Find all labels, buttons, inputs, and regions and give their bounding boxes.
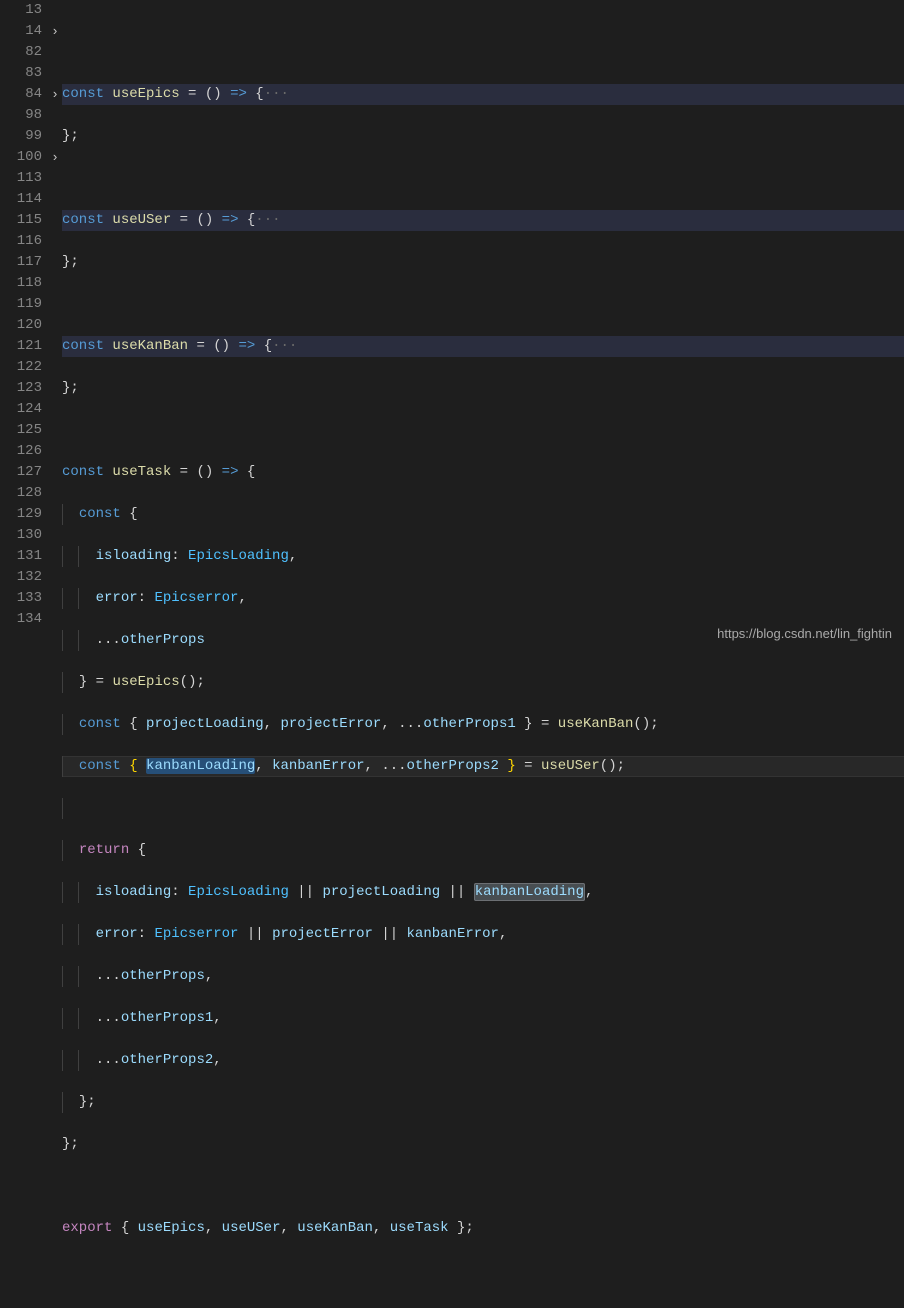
line-number: 120 <box>0 315 42 336</box>
line-number: 119 <box>0 294 42 315</box>
code-line: }; <box>62 252 904 273</box>
line-number: 99 <box>0 126 42 147</box>
code-line: }; <box>62 1134 904 1155</box>
line-number: 117 <box>0 252 42 273</box>
line-number: 84 <box>0 84 42 105</box>
code-line: ...otherProps2, <box>62 1050 904 1071</box>
code-line: export { useEpics, useUSer, useKanBan, u… <box>62 1218 904 1239</box>
fold-spacer <box>48 126 62 147</box>
code-line: }; <box>62 126 904 147</box>
fold-spacer <box>48 273 62 294</box>
watermark: https://blog.csdn.net/lin_fightin <box>717 623 892 644</box>
code-line: isloading: EpicsLoading, <box>62 546 904 567</box>
line-number: 128 <box>0 483 42 504</box>
fold-chevron-icon[interactable]: › <box>48 21 62 42</box>
fold-gutter[interactable]: › › › <box>48 0 62 654</box>
fold-spacer <box>48 399 62 420</box>
fold-spacer <box>48 231 62 252</box>
code-line: } = useEpics(); <box>62 672 904 693</box>
code-line <box>62 42 904 63</box>
fold-chevron-icon[interactable]: › <box>48 84 62 105</box>
line-number: 118 <box>0 273 42 294</box>
selection: kanbanLoading <box>146 758 255 774</box>
code-line: ...otherProps, <box>62 966 904 987</box>
line-number: 124 <box>0 399 42 420</box>
line-number: 115 <box>0 210 42 231</box>
line-number: 127 <box>0 462 42 483</box>
code-line <box>62 1260 904 1281</box>
line-number: 100 <box>0 147 42 168</box>
code-line <box>62 294 904 315</box>
code-line: return { <box>62 840 904 861</box>
code-line: error: Epicserror, <box>62 588 904 609</box>
code-line: }; <box>62 1092 904 1113</box>
fold-spacer <box>48 462 62 483</box>
fold-spacer <box>48 42 62 63</box>
code-line: const useTask = () => { <box>62 462 904 483</box>
fold-spacer <box>48 378 62 399</box>
fold-spacer <box>48 63 62 84</box>
code-line: const useEpics = () => {··· <box>62 84 904 105</box>
line-number: 82 <box>0 42 42 63</box>
line-number: 122 <box>0 357 42 378</box>
code-line: const { projectLoading, projectError, ..… <box>62 714 904 735</box>
code-line: isloading: EpicsLoading || projectLoadin… <box>62 882 904 903</box>
line-number-gutter: 1314828384989910011311411511611711811912… <box>0 0 48 654</box>
fold-spacer <box>48 441 62 462</box>
line-number: 132 <box>0 567 42 588</box>
fold-spacer <box>48 294 62 315</box>
fold-spacer <box>48 105 62 126</box>
line-number: 130 <box>0 525 42 546</box>
code-line: const { <box>62 504 904 525</box>
line-number: 114 <box>0 189 42 210</box>
fold-spacer <box>48 210 62 231</box>
code-line <box>62 168 904 189</box>
line-number: 133 <box>0 588 42 609</box>
fold-spacer <box>48 168 62 189</box>
line-number: 125 <box>0 420 42 441</box>
code-line: const { kanbanLoading, kanbanError, ...o… <box>62 756 904 777</box>
line-number: 126 <box>0 441 42 462</box>
code-line: const useUSer = () => {··· <box>62 210 904 231</box>
line-number: 14 <box>0 21 42 42</box>
fold-spacer <box>48 525 62 546</box>
line-number: 83 <box>0 63 42 84</box>
code-line: }; <box>62 378 904 399</box>
fold-spacer <box>48 420 62 441</box>
fold-spacer <box>48 357 62 378</box>
fold-spacer <box>48 567 62 588</box>
line-number: 13 <box>0 0 42 21</box>
line-number: 123 <box>0 378 42 399</box>
line-number: 131 <box>0 546 42 567</box>
code-line: ...otherProps1, <box>62 1008 904 1029</box>
fold-spacer <box>48 504 62 525</box>
occurrence-highlight: kanbanLoading <box>474 883 585 901</box>
line-number: 98 <box>0 105 42 126</box>
fold-spacer <box>48 189 62 210</box>
fold-spacer <box>48 483 62 504</box>
code-line <box>62 420 904 441</box>
fold-spacer <box>48 546 62 567</box>
code-line: const useKanBan = () => {··· <box>62 336 904 357</box>
fold-spacer <box>48 588 62 609</box>
fold-spacer <box>48 315 62 336</box>
fold-spacer <box>48 609 62 630</box>
code-editor[interactable]: 1314828384989910011311411511611711811912… <box>0 0 904 654</box>
code-line <box>62 1176 904 1197</box>
line-number: 134 <box>0 609 42 630</box>
fold-spacer <box>48 252 62 273</box>
fold-spacer <box>48 0 62 21</box>
line-number: 121 <box>0 336 42 357</box>
line-number: 116 <box>0 231 42 252</box>
code-area[interactable]: const useEpics = () => {··· }; const use… <box>62 0 904 654</box>
code-line <box>62 798 904 819</box>
line-number: 129 <box>0 504 42 525</box>
line-number: 113 <box>0 168 42 189</box>
fold-chevron-icon[interactable]: › <box>48 147 62 168</box>
code-line: error: Epicserror || projectError || kan… <box>62 924 904 945</box>
fold-spacer <box>48 336 62 357</box>
